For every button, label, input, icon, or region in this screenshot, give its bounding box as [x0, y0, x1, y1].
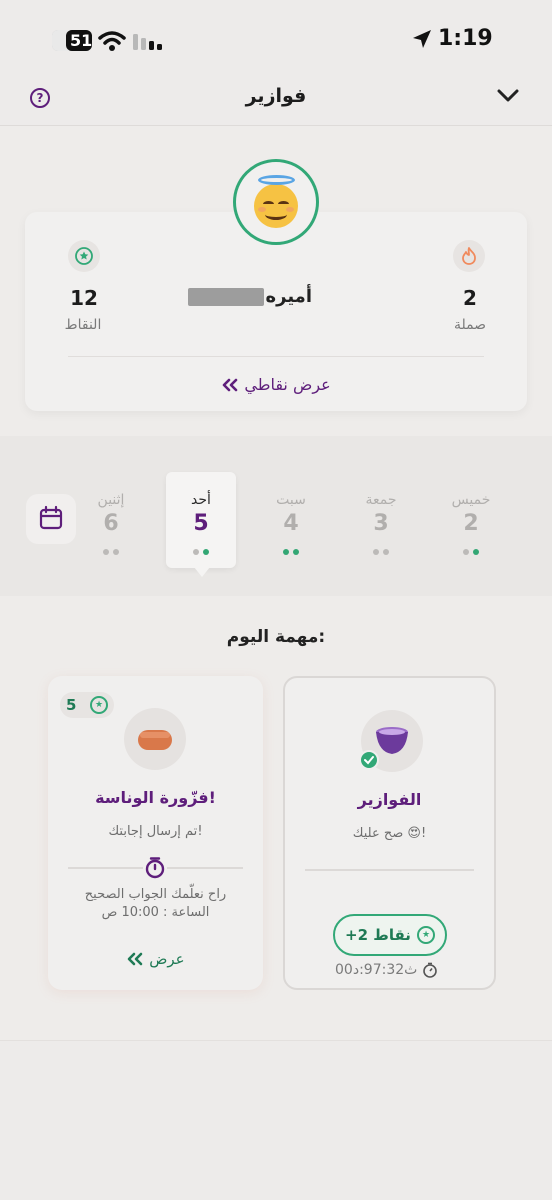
- day-name: أحد: [191, 492, 211, 508]
- avatar: [233, 159, 319, 245]
- task-icon-circle: [124, 708, 186, 770]
- day-number: 6: [103, 511, 119, 536]
- view-riddle-link[interactable]: عرض: [48, 949, 263, 968]
- redacted-name: [188, 288, 264, 306]
- day-dots: [256, 540, 326, 555]
- halo: [258, 175, 295, 185]
- day-number: 3: [373, 511, 389, 536]
- task-name: فزّورة الوناسة!: [95, 788, 216, 807]
- day-name: خميس: [451, 492, 491, 508]
- day-dots: [436, 540, 506, 555]
- day-thursday[interactable]: خميس 2: [436, 492, 506, 555]
- status-bar: 51 1:19: [0, 0, 552, 80]
- battery-level: 51: [70, 31, 93, 50]
- double-chevron-left-icon: [222, 378, 238, 391]
- answer-reveal-time: الساعة : 10:00 ص: [101, 905, 210, 920]
- tasks-title: مهمة اليوم:: [226, 627, 326, 647]
- answer-reveal-text: راح نعلّمك الجواب الصحيح الساعة : 10:00 …: [60, 886, 251, 922]
- calendar-button[interactable]: [26, 494, 76, 544]
- check-badge-icon: [359, 750, 379, 770]
- day-monday[interactable]: إثنين 6: [76, 492, 146, 555]
- page-title: فوازير: [245, 85, 307, 107]
- day-dots: [76, 540, 146, 555]
- day-name: جمعة: [365, 492, 397, 508]
- day-name: سبت: [276, 492, 306, 508]
- day-friday[interactable]: جمعة 3: [346, 492, 416, 555]
- riddle-task-card[interactable]: 5 ★ فزّورة الوناسة! تم إرسال إجابتك! راح…: [48, 676, 263, 990]
- answer-reveal-line-1: راح نعلّمك الجواب الصحيح: [84, 887, 227, 902]
- day-number: 2: [463, 511, 479, 536]
- star-circle-icon: [68, 240, 100, 272]
- wifi-icon: [98, 31, 126, 51]
- earned-points-label: +2 نقاط: [345, 926, 411, 944]
- task-timer: ث97:32:د00: [335, 962, 438, 978]
- flame-icon: [453, 240, 485, 272]
- star-circle-icon: ★: [417, 926, 435, 944]
- day-saturday[interactable]: سبت 4: [256, 492, 326, 555]
- task-name: الفوازير: [357, 790, 422, 809]
- fawazeer-task-card[interactable]: الفوازير صح عليك 😍! ★ +2 نقاط ث97:32:د00: [283, 676, 496, 990]
- task-subtitle: صح عليك 😍!: [352, 826, 427, 841]
- earned-points-pill: ★ +2 نقاط: [333, 914, 447, 956]
- double-chevron-left-icon: [128, 952, 143, 965]
- angel-emoji-icon: [254, 184, 298, 228]
- streak-label: صملة: [453, 317, 487, 333]
- day-number: 5: [193, 511, 209, 536]
- task-divider: [305, 869, 474, 871]
- user-name: أميره: [265, 286, 313, 307]
- points-value: 12: [70, 286, 98, 310]
- day-number: 4: [283, 511, 299, 536]
- points-badge: 5 ★: [60, 692, 114, 718]
- day-dots: [166, 540, 236, 555]
- divider: [68, 356, 484, 357]
- view-my-points-label: عرض نقاطي: [244, 375, 331, 394]
- view-my-points-link[interactable]: عرض نقاطي: [0, 374, 552, 394]
- points-label: النقاط: [64, 317, 102, 333]
- star-circle-icon: ★: [90, 696, 108, 714]
- task-timer-value: ث97:32:د00: [335, 962, 418, 978]
- stopwatch-icon: [143, 856, 167, 880]
- app-header: ? فوازير: [0, 80, 552, 126]
- streak-value: 2: [463, 286, 477, 310]
- badge-points: 5: [66, 696, 77, 714]
- task-subtitle: تم إرسال إجابتك!: [108, 824, 203, 839]
- day-dots: [346, 540, 416, 555]
- location-arrow-icon: [413, 30, 431, 48]
- day-sunday[interactable]: أحد 5: [166, 472, 236, 568]
- view-label: عرض: [149, 949, 185, 968]
- signal-icon: [133, 34, 162, 50]
- chevron-down-icon[interactable]: [497, 88, 519, 104]
- selected-day-pointer: [194, 567, 210, 577]
- date-fruit-icon: [138, 730, 172, 750]
- day-name: إثنين: [97, 492, 125, 508]
- stopwatch-icon: [422, 962, 437, 978]
- calendar-icon: [39, 505, 63, 530]
- status-time: 1:19: [438, 26, 493, 51]
